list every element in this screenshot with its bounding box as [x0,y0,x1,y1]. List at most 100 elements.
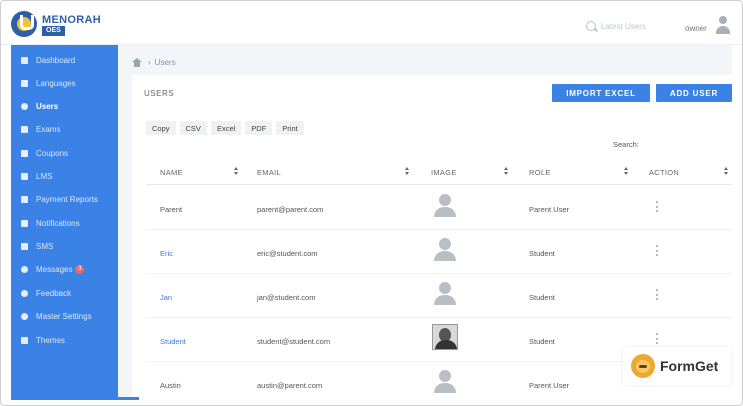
row-actions-kebab-icon[interactable] [654,289,660,303]
copy-button[interactable]: Copy [146,121,176,135]
desktop-icon [21,125,28,133]
brand-sub: OES [42,26,65,36]
top-header: MENORAH OES Latest Users owner [1,1,742,45]
sidebar-item-master-settings[interactable]: Master Settings [11,306,118,326]
formget-watermark: FormGet [623,347,731,385]
sort-icon[interactable] [405,167,410,176]
sidebar-item-themes[interactable]: Themes [11,330,118,350]
user-name-link[interactable]: Jan [160,293,172,302]
user-email-cell: jan@student.com [257,293,316,302]
sidebar-item-label: Themes [36,335,65,345]
user-icon [21,102,28,110]
user-email-cell: parent@parent.com [257,205,324,214]
import-excel-button[interactable]: IMPORT EXCEL [552,84,650,102]
user-email-cell: student@student.com [257,337,331,346]
table-row: Parent parent@parent.com Parent User [146,186,732,230]
table-row: Jan jan@student.com Student [146,274,732,318]
table-search-label: Search: [613,140,639,149]
main-content: › Users USERS IMPORT EXCEL ADD USER Copy… [118,45,732,397]
sidebar-item-label: Messages [36,264,73,274]
sidebar-item-languages[interactable]: Languages [11,73,118,93]
user-name-cell: Parent [160,205,183,214]
sidebar-item-notifications[interactable]: Notifications [11,213,118,233]
home-icon[interactable] [132,57,142,67]
sort-icon[interactable] [504,167,509,176]
sidebar-item-label: Master Settings [36,311,92,321]
sidebar-item-label: Payment Reports [36,194,98,204]
sidebar-item-messages[interactable]: Messages 3 [11,259,118,279]
user-role-cell: Student [529,249,555,258]
user-email-cell: austin@parent.com [257,381,323,390]
menorah-logo-icon [11,11,37,37]
user-avatar-icon[interactable] [715,16,731,36]
sidebar-item-label: Languages [36,78,76,88]
pdf-button[interactable]: PDF [245,121,273,135]
page-title: USERS [144,89,175,98]
tag-icon [21,149,28,157]
sidebar-item-label: Users [36,101,59,111]
sort-icon[interactable] [234,167,239,176]
sidebar-item-exams[interactable]: Exams [11,119,118,139]
table-header: NAME EMAIL IMAGE ROLE ACTION [146,159,732,185]
user-avatar-placeholder-icon [432,194,458,218]
app-window: MENORAH OES Latest Users owner Dashboard… [0,0,743,406]
sidebar-item-dashboard[interactable]: Dashboard [11,50,118,70]
breadcrumb: › Users [132,55,176,69]
user-role-cell: Student [529,337,555,346]
sidebar-item-payment-reports[interactable]: Payment Reports [11,189,118,209]
credit-card-icon [21,195,28,203]
comment-icon [21,289,28,297]
sidebar-item-sms[interactable]: SMS [11,236,118,256]
messages-badge: 3 [75,264,85,274]
brand-name: MENORAH [42,14,101,26]
sort-icon[interactable] [624,167,629,176]
row-actions-kebab-icon[interactable] [654,245,660,259]
user-photo [432,324,458,350]
column-header-name[interactable]: NAME [160,168,183,177]
sidebar-item-users[interactable]: Users [11,96,118,116]
sidebar-item-label: Dashboard [36,55,76,65]
user-email-cell: eric@student.com [257,249,318,258]
sidebar-item-feedback[interactable]: Feedback [11,283,118,303]
user-name-link[interactable]: Eric [160,249,173,258]
sidebar-item-label: Notifications [36,218,80,228]
column-header-image[interactable]: IMAGE [431,168,457,177]
sidebar-item-label: LMS [36,171,53,181]
brand-logo[interactable]: MENORAH OES [11,11,111,39]
bell-icon [21,219,28,227]
excel-button[interactable]: Excel [210,121,242,135]
column-header-action[interactable]: ACTION [649,168,679,177]
chat-icon [21,265,28,273]
user-avatar-placeholder-icon [432,282,458,306]
print-button[interactable]: Print [276,121,304,135]
export-toolbar: Copy CSV Excel PDF Print [146,121,308,135]
sidebar-item-label: Feedback [36,288,72,298]
sidebar: Dashboard Languages Users Exams Coupons … [11,45,118,397]
sidebar-item-coupons[interactable]: Coupons [11,143,118,163]
sidebar-item-label: Exams [36,124,61,134]
message-icon [21,242,28,250]
sidebar-item-lms[interactable]: LMS [11,166,118,186]
row-actions-kebab-icon[interactable] [654,201,660,215]
table-row: Eric eric@student.com Student [146,230,732,274]
column-header-email[interactable]: EMAIL [257,168,281,177]
user-role-cell: Parent User [529,381,570,390]
gear-icon [21,312,28,320]
add-user-button[interactable]: ADD USER [656,84,732,102]
column-header-role[interactable]: ROLE [529,168,551,177]
sort-icon[interactable] [724,167,729,176]
csv-button[interactable]: CSV [179,121,207,135]
grid-icon [21,336,28,344]
sidebar-item-label: SMS [36,241,54,251]
user-name-cell: Austin [160,381,181,390]
user-role-cell: Student [529,293,555,302]
search-icon[interactable] [586,21,596,31]
sidebar-scroll-edge [11,397,139,400]
user-name[interactable]: owner [685,24,707,33]
header-search-placeholder[interactable]: Latest Users [601,22,646,31]
sidebar-item-label: Coupons [36,148,69,158]
user-avatar-placeholder-icon [432,370,458,394]
languages-icon [21,79,28,87]
user-name-link[interactable]: Student [160,337,186,346]
row-actions-kebab-icon[interactable] [654,333,660,347]
